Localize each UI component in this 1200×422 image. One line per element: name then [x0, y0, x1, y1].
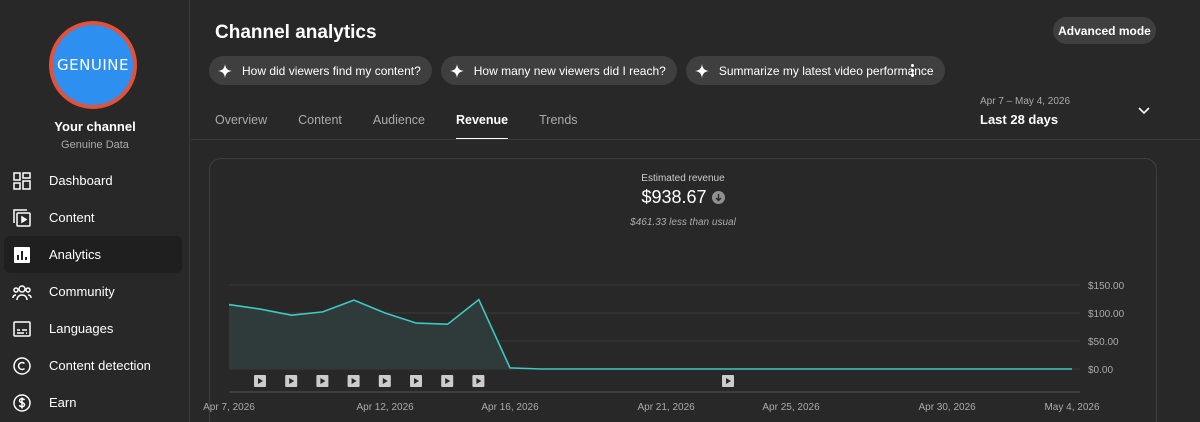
dashboard-icon: [12, 171, 32, 191]
sparkle-icon: [449, 63, 464, 78]
sidebar-nav: Dashboard Content Analytics Community La…: [4, 162, 182, 421]
sidebar-item-label: Content detection: [49, 358, 151, 373]
sidebar-item-content[interactable]: Content: [4, 199, 182, 236]
suggestion-chip-label: How did viewers find my content?: [242, 63, 421, 78]
content-icon: [12, 208, 32, 228]
metric-comparison-note: $461.33 less than usual: [630, 217, 736, 228]
community-icon: [12, 282, 32, 302]
date-range-label: Last 28 days: [980, 112, 1059, 127]
avatar-logo-text: GENUINE: [57, 56, 129, 74]
arrow-down-icon: [711, 191, 725, 204]
channel-name: Your channel: [54, 119, 136, 134]
advanced-mode-button[interactable]: Advanced mode: [1053, 17, 1156, 44]
channel-avatar[interactable]: GENUINE: [49, 21, 137, 109]
analytics-tabs: Overview Content Audience Revenue Trends: [215, 100, 609, 140]
sparkle-icon: [218, 63, 232, 78]
sidebar-item-content-detection[interactable]: Content detection: [4, 347, 182, 384]
chevron-down-icon[interactable]: [1137, 106, 1151, 116]
app-window: GENUINE Your channel Genuine Data Dashbo…: [0, 0, 1200, 422]
avatar-inner: GENUINE: [53, 25, 133, 105]
sidebar-item-label: Analytics: [49, 247, 102, 262]
tab-content[interactable]: Content: [298, 100, 342, 140]
sidebar-item-community[interactable]: Community: [4, 273, 182, 310]
page-title: Channel analytics: [215, 22, 377, 43]
metric-value-row: $938.67: [209, 187, 1157, 208]
more-options-icon[interactable]: [905, 60, 919, 80]
tab-audience[interactable]: Audience: [373, 100, 425, 140]
suggestion-chip[interactable]: How many new viewers did I reach?: [440, 56, 677, 85]
copyright-icon: [12, 356, 32, 376]
suggestion-chip[interactable]: How did viewers find my content?: [209, 56, 432, 85]
sidebar-item-label: Languages: [49, 321, 114, 336]
sidebar-item-dashboard[interactable]: Dashboard: [4, 162, 182, 199]
sparkle-icon: [694, 63, 709, 78]
sidebar-item-label: Earn: [49, 395, 77, 410]
tab-overview[interactable]: Overview: [215, 100, 267, 140]
languages-icon: [12, 319, 32, 339]
analytics-icon: [12, 245, 32, 265]
sidebar-item-analytics[interactable]: Analytics: [4, 236, 182, 273]
sidebar-item-label: Content: [49, 210, 95, 225]
tab-revenue[interactable]: Revenue: [456, 100, 509, 140]
channel-handle: Genuine Data: [61, 139, 129, 151]
sidebar-item-label: Community: [49, 284, 115, 299]
metric-label: Estimated revenue: [641, 173, 725, 184]
suggestion-chips: How did viewers find my content? How man…: [209, 56, 954, 85]
suggestion-chip-label: Summarize my latest video performance: [718, 63, 934, 78]
metric-value: $938.67: [641, 187, 707, 207]
suggestion-chip-label: How many new viewers did I reach?: [473, 63, 666, 78]
tab-divider: [191, 139, 1200, 140]
sidebar-item-earn[interactable]: Earn: [4, 384, 182, 421]
main-panel: Channel analytics Advanced mode How did …: [191, 0, 1200, 422]
dollar-icon: [12, 393, 32, 413]
date-range-picker[interactable]: Apr 7 – May 4, 2026 Last 28 days: [980, 96, 1070, 127]
sidebar-item-languages[interactable]: Languages: [4, 310, 182, 347]
date-range-text: Apr 7 – May 4, 2026: [980, 96, 1071, 107]
tab-trends[interactable]: Trends: [539, 100, 577, 140]
sidebar: GENUINE Your channel Genuine Data Dashbo…: [0, 0, 190, 422]
sidebar-item-label: Dashboard: [49, 173, 113, 188]
